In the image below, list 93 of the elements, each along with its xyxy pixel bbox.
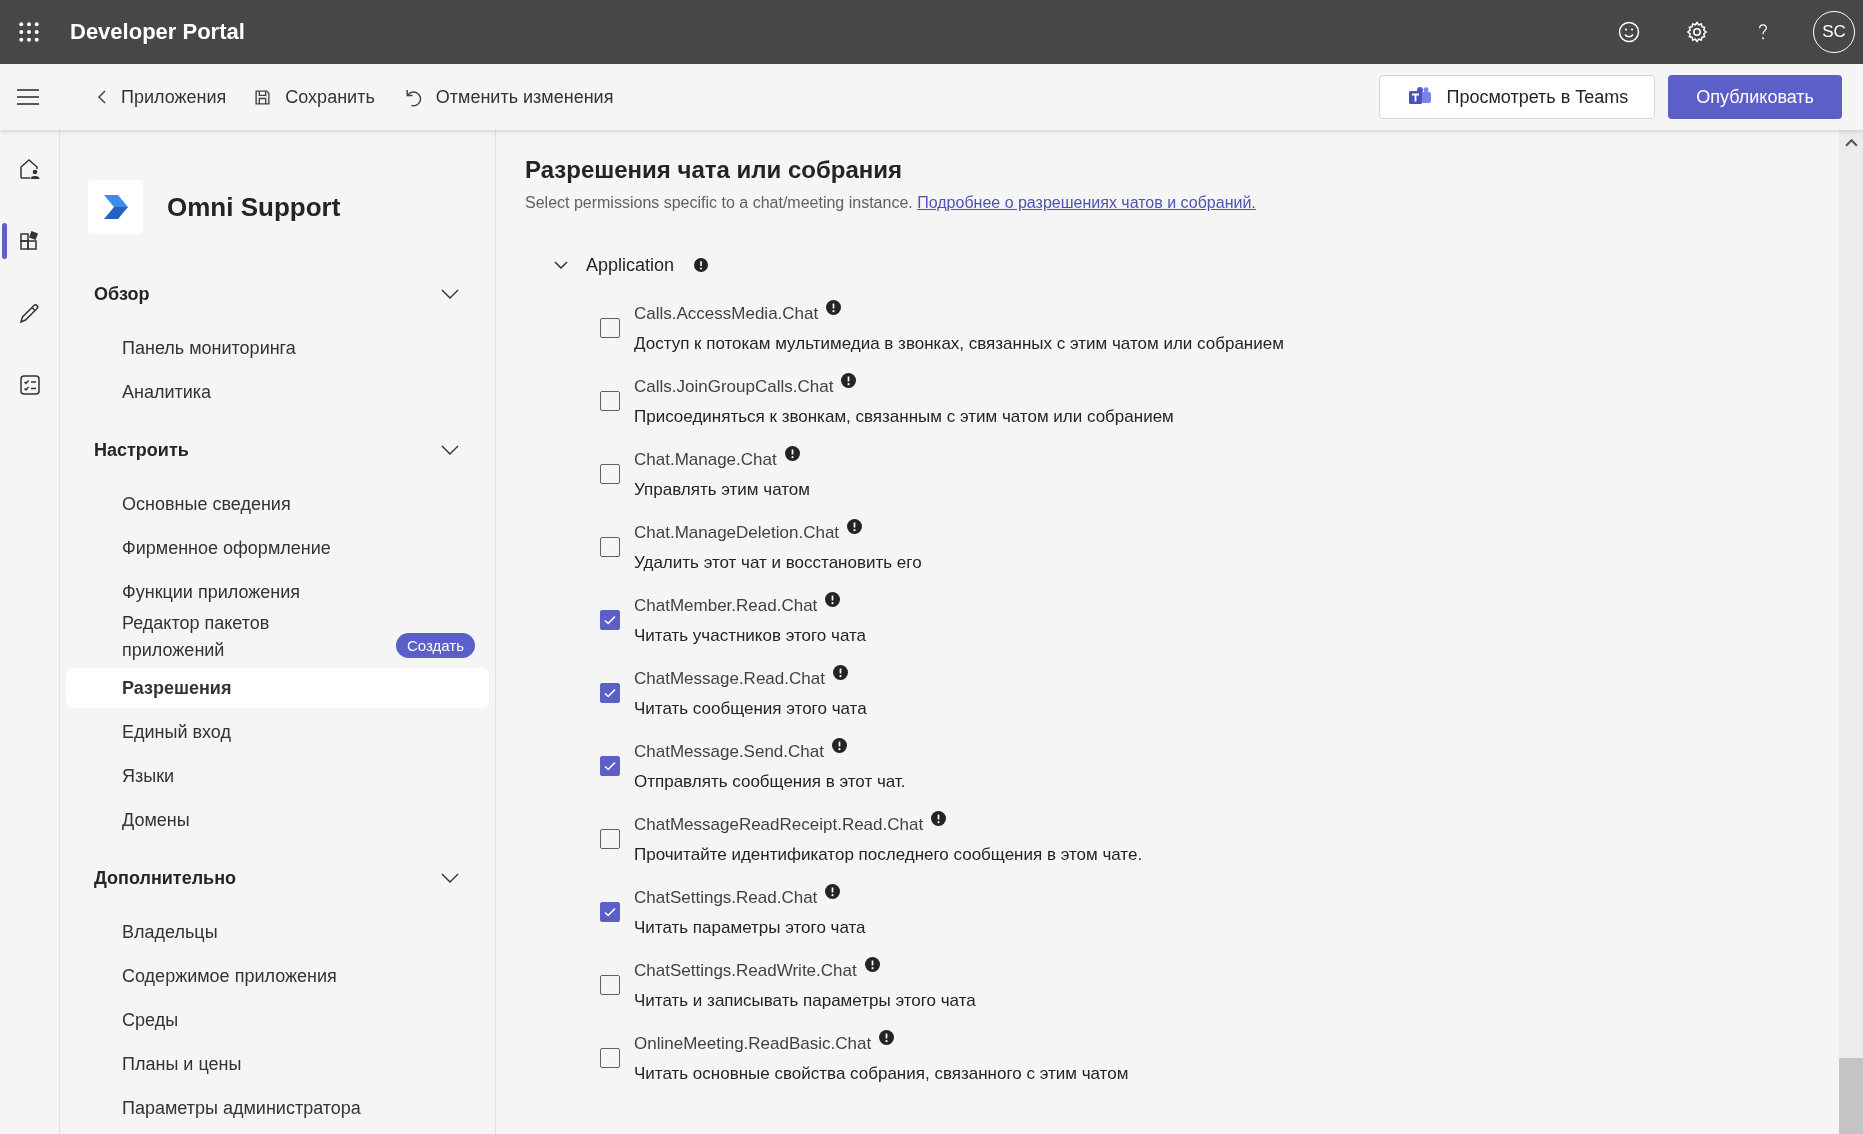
publish-button[interactable]: Опубликовать	[1668, 75, 1842, 119]
learn-more-link[interactable]: Подробнее о разрешениях чатов и собраний.	[917, 194, 1256, 211]
permission-checkbox[interactable]	[600, 318, 620, 338]
permission-name: OnlineMeeting.ReadBasic.Chat	[634, 1034, 872, 1054]
permission-name: ChatMessageReadReceipt.Read.Chat	[634, 815, 924, 835]
permission-checkbox[interactable]	[600, 464, 620, 484]
permission-checkbox[interactable]	[600, 829, 620, 849]
smiley-icon[interactable]	[1617, 20, 1641, 44]
teams-logo-icon	[1408, 87, 1433, 107]
scrollbar[interactable]	[1839, 130, 1863, 1134]
app-name: Omni Support	[167, 191, 341, 223]
permission-description: Читать основные свойства собрания, связанного с этим чатом	[634, 1064, 1129, 1084]
sidebar-item[interactable]: Планы и цены	[122, 1042, 242, 1086]
description-text: Select permissions specific to a chat/meeting instance.	[525, 194, 913, 211]
permission-name: ChatMessage.Send.Chat	[634, 742, 824, 762]
permission-description: Читать участников этого чата	[634, 626, 867, 646]
sidebar-item[interactable]: Единый вход	[122, 710, 231, 754]
permission-description: Читать сообщения этого чата	[634, 699, 867, 719]
permission-checkbox[interactable]	[600, 902, 620, 922]
permission-description: Присоединяться к звонкам, связанным с этим чатом или собранием	[634, 407, 1174, 427]
scrollbar-thumb[interactable]	[1839, 1058, 1863, 1134]
section-header[interactable]: Дополнительно	[66, 856, 489, 900]
chevron-down-icon	[441, 873, 459, 883]
chevron-down-icon	[441, 289, 459, 299]
permission-description: Читать и записывать параметры этого чата	[634, 991, 976, 1011]
checklist-icon[interactable]	[17, 373, 42, 397]
permission-checkbox[interactable]	[600, 975, 620, 995]
info-icon[interactable]	[826, 300, 842, 315]
sidebar-item[interactable]: Владельцы	[122, 910, 218, 954]
save-icon	[254, 88, 272, 106]
sidebar-item[interactable]: Домены	[122, 798, 190, 842]
create-badge[interactable]: Создать	[396, 632, 475, 658]
save-button[interactable]: Сохранить	[242, 80, 387, 114]
info-icon[interactable]	[847, 519, 863, 534]
scroll-up-icon[interactable]	[1844, 138, 1858, 147]
menu-icon[interactable]	[17, 89, 39, 105]
discard-button[interactable]: Отменить изменения	[390, 80, 626, 114]
sidebar-item[interactable]: Языки	[122, 754, 175, 798]
portal-title: Developer Portal	[70, 19, 245, 45]
sidebar-item[interactable]: Фирменное оформление	[122, 526, 331, 570]
info-icon[interactable]	[841, 373, 857, 388]
permission-checkbox[interactable]	[600, 610, 620, 630]
permission-checkbox[interactable]	[600, 756, 620, 776]
info-icon[interactable]	[879, 1030, 895, 1045]
info-icon[interactable]	[694, 258, 709, 272]
permission-name: Chat.ManageDeletion.Chat	[634, 523, 840, 543]
permission-checkbox[interactable]	[600, 683, 620, 703]
permission-checkbox[interactable]	[600, 391, 620, 411]
section-header[interactable]: Обзор	[66, 272, 489, 316]
sidebar-item[interactable]: Содержимое приложения	[122, 954, 337, 998]
info-icon[interactable]	[825, 884, 841, 899]
permission-name: Calls.JoinGroupCalls.Chat	[634, 377, 834, 397]
permission-name: ChatMember.Read.Chat	[634, 596, 818, 616]
info-icon[interactable]	[825, 592, 841, 607]
checkmark-icon	[603, 905, 617, 919]
sidebar-item[interactable]: Панель мониторинга	[122, 326, 296, 370]
sidebar-item[interactable]: Аналитика	[122, 370, 212, 414]
permission-name: ChatSettings.Read.Chat	[634, 888, 818, 908]
info-icon[interactable]	[831, 738, 847, 753]
permission-name: Chat.Manage.Chat	[634, 450, 777, 470]
permission-name: Calls.AccessMedia.Chat	[634, 304, 819, 324]
permission-description: Прочитайте идентификатор последнего сообщения в этом чате.	[634, 845, 1143, 865]
permission-description: Удалить этот чат и восстановить его	[634, 553, 922, 573]
back-button[interactable]: Приложения	[85, 80, 239, 114]
info-icon[interactable]	[832, 665, 848, 680]
info-icon[interactable]	[931, 811, 947, 826]
permission-description: Читать параметры этого чата	[634, 918, 866, 938]
home-person-icon[interactable]	[17, 157, 42, 181]
permission-checkbox[interactable]	[600, 1048, 620, 1068]
permission-checkbox[interactable]	[600, 537, 620, 557]
info-icon[interactable]	[784, 446, 800, 461]
info-icon[interactable]	[864, 957, 880, 972]
permission-name: ChatMessage.Read.Chat	[634, 669, 825, 689]
settings-icon[interactable]	[1685, 20, 1709, 44]
checkmark-icon	[603, 686, 617, 700]
sidebar-item[interactable]: Среды	[122, 998, 179, 1042]
permission-description: Доступ к потокам мультимедиа в звонках, связанных с этим чатом или собранием	[634, 334, 1284, 354]
chevron-down-icon	[441, 445, 459, 455]
app-logo	[88, 180, 143, 234]
permission-name: ChatSettings.ReadWrite.Chat	[634, 961, 857, 981]
group-title: Application	[586, 254, 675, 276]
section-header[interactable]: Настроить	[66, 428, 489, 472]
sidebar-item[interactable]: Основные сведения	[122, 482, 291, 526]
permission-description: Управлять этим чатом	[634, 480, 810, 500]
sidebar-item[interactable]: Параметры администратора	[122, 1086, 361, 1130]
app-launcher-icon[interactable]	[18, 21, 40, 43]
chevron-down-icon[interactable]	[554, 261, 568, 269]
permission-description: Отправлять сообщения в этот чат.	[634, 772, 906, 792]
page-heading: Разрешения чата или собрания	[525, 156, 904, 184]
checkmark-icon	[603, 613, 617, 627]
preview-button[interactable]: Просмотреть в Teams	[1379, 75, 1656, 119]
checkmark-icon	[603, 759, 617, 773]
chevron-left-icon	[97, 89, 107, 105]
